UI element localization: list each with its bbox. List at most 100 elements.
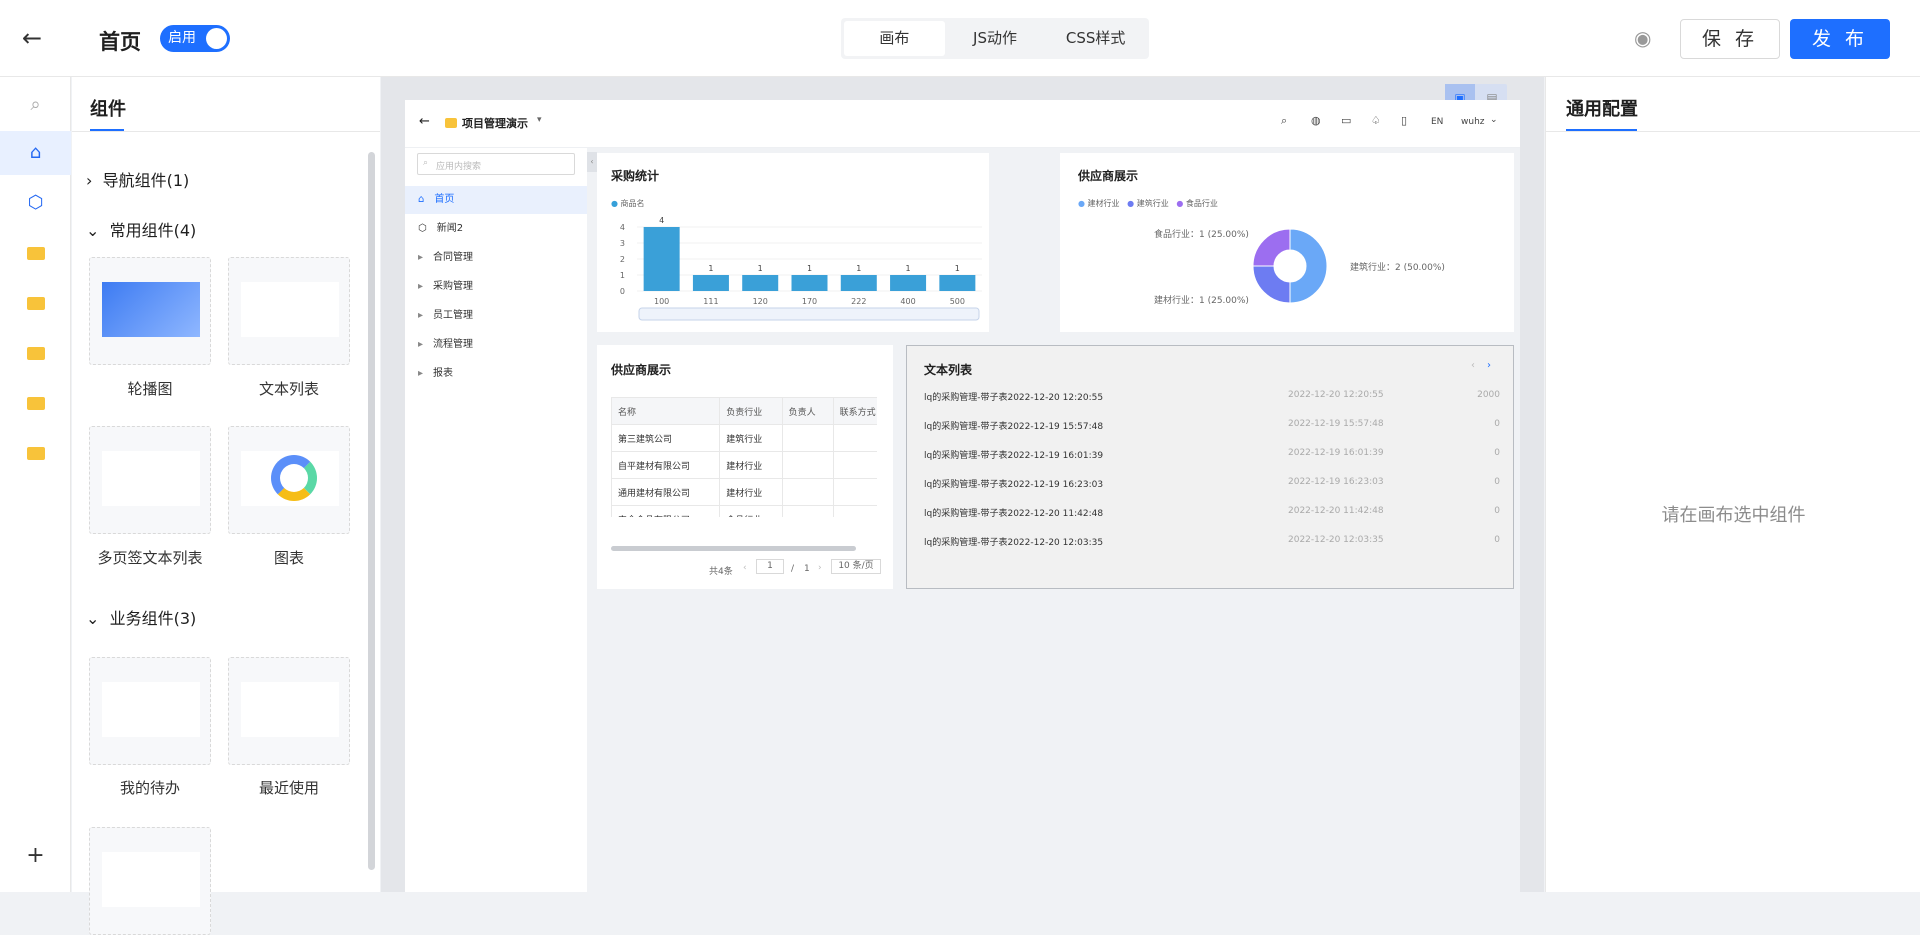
pie-slice[interactable] [1289,228,1328,304]
text-list-item[interactable]: lq的采购管理-带子表2022-12-19 15:57:48 2022-12-19… [924,419,1500,435]
bell-icon[interactable]: ♤ [1371,114,1381,127]
search-icon[interactable]: ⌕ [1281,114,1287,128]
bar[interactable] [742,275,779,291]
tab-css-style[interactable]: CSS样式 [1045,21,1146,56]
column-header: 名称 [611,397,721,425]
data-zoom-slider[interactable] [638,307,980,321]
nav-item-reports[interactable]: ▸ 报表 [405,360,587,388]
pie-label-construction: 建筑行业：2 (50.00%) [1350,263,1445,273]
app-search-input[interactable]: ⌕ 应用内搜索 [417,153,575,175]
toggle-label: 启用 [168,30,196,46]
text-list-item[interactable]: lq的采购管理-带子表2022-12-20 11:42:48 2022-12-20… [924,506,1500,522]
preview-eye-icon[interactable]: ◉ [1634,26,1651,50]
page-separator: / [791,564,795,574]
folder-icon[interactable] [0,231,71,275]
nav-item-home[interactable]: ⌂ 首页 [405,186,587,214]
table-scrollbar[interactable] [611,546,856,551]
pie-chart [1252,228,1328,304]
nav-item-news[interactable]: ⬡ 新闻2 [405,215,587,243]
add-icon[interactable]: + [0,834,71,878]
text-list-item[interactable]: lq的采购管理-带子表2022-12-20 12:03:35 2022-12-20… [924,535,1500,551]
save-button[interactable]: 保 存 [1680,19,1780,59]
nav-label: 报表 [433,368,454,379]
component-card-todo[interactable] [89,657,211,765]
text-list-item[interactable]: lq的采购管理-带子表2022-12-19 16:01:39 2022-12-19… [924,448,1500,464]
bar[interactable] [643,227,680,291]
component-card-tabbed-list[interactable] [89,426,211,534]
nav-item-workflow[interactable]: ▸ 流程管理 [405,331,587,359]
publish-button[interactable]: 发 布 [1790,19,1890,59]
chevron-right-icon[interactable]: › [1487,360,1491,371]
page-input[interactable]: 1 [756,559,784,574]
nav-item-contracts[interactable]: ▸ 合同管理 [405,244,587,272]
home-icon[interactable]: ⌂ [0,131,71,175]
back-arrow-icon[interactable]: ← [22,24,42,52]
folder-icon[interactable] [0,281,71,325]
bar-value-label: 1 [807,264,812,273]
monitor-icon[interactable]: ▭ [1341,114,1351,127]
tab-canvas[interactable]: 画布 [844,21,945,56]
folder-icon[interactable] [0,381,71,425]
bar[interactable] [791,275,828,291]
prev-page-icon[interactable]: ‹ [743,563,747,573]
app-header: ← 项目管理演示 ▾ ⌕ ◍ ▭ ♤ ▯ EN wuhz ⌄ [405,100,1520,148]
app-name[interactable]: 项目管理演示 [462,115,528,131]
x-tick-label: 400 [900,297,915,306]
folder-icon[interactable] [0,431,71,475]
next-page-icon[interactable]: › [818,563,822,573]
folder-icon[interactable] [0,331,71,375]
component-card-recent[interactable] [228,657,350,765]
pie-slice[interactable] [1252,265,1291,304]
table-row[interactable]: 自平建材有限公司 建材行业 [611,451,877,479]
chevron-down-icon[interactable]: ⌄ [1490,115,1498,125]
y-tick-label: 0 [620,287,625,296]
supplier-pie-panel[interactable]: 供应商展示 ● 建材行业 ● 建筑行业 ● 食品行业 食品行业：1 (25.00… [1060,153,1514,332]
card-label: 我的待办 [119,779,180,797]
chevron-left-icon[interactable]: ‹ [1471,360,1475,371]
search-icon[interactable]: ⌕ [0,83,71,127]
text-list-item[interactable]: lq的采购管理-带子表2022-12-20 12:20:55 2022-12-20… [924,390,1500,406]
nav-item-purchase[interactable]: ▸ 采购管理 [405,273,587,301]
group-nav[interactable]: › 导航组件(1) [86,167,189,191]
page-size-select[interactable]: 10 条/页 [831,559,881,574]
card-label: 多页签文本列表 [97,549,203,567]
component-card-chart[interactable] [228,426,350,534]
bar[interactable] [840,275,877,291]
item-time: 2022-12-20 12:03:35 [1288,535,1384,545]
book-icon[interactable]: ▯ [1401,114,1407,127]
text-list-item[interactable]: lq的采购管理-带子表2022-12-19 16:23:03 2022-12-19… [924,477,1500,493]
bar[interactable] [692,275,729,291]
user-menu[interactable]: wuhz [1461,117,1485,127]
item-time: 2022-12-20 11:42:48 [1288,506,1384,516]
app-sidebar: ⌕ 应用内搜索 ⌂ 首页 ⬡ 新闻2 ▸ 合同管理 ▸ 采购管理 ▸ 员工管理 ▸ 流程管理… [405,148,587,892]
search-icon: ⌕ [423,158,429,168]
pie-slice[interactable] [1252,228,1291,267]
group-common[interactable]: ⌄ 常用组件(4) [86,217,196,241]
item-time: 2022-12-19 16:01:39 [1288,448,1384,458]
supplier-table-panel[interactable]: 供应商展示 名称 负责行业 负责人 联系方式 第三建筑公司 建筑行业 自平建材有限… [597,345,893,589]
collapse-sidebar-icon[interactable]: ‹ [587,152,597,172]
table-row[interactable]: 安全食品有限公司食品行业 [611,505,877,517]
app-back-icon[interactable]: ← [419,114,430,129]
purchase-chart-panel[interactable]: 采购统计 ● 商品名 4 3 2 1 0 4 100 1 111 1 120 1 170 1 222 1 400… [597,153,989,332]
text-list-panel[interactable]: 文本列表 ‹ › lq的采购管理-带子表2022-12-20 12:20:55 2… [906,345,1514,589]
language-switch[interactable]: EN [1431,117,1443,127]
group-business[interactable]: ⌄ 业务组件(3) [86,605,196,629]
table-row[interactable]: 第三建筑公司 建筑行业 [611,424,877,452]
enable-toggle[interactable]: 启用 [160,25,230,52]
nav-item-staff[interactable]: ▸ 员工管理 [405,302,587,330]
component-card-text-list[interactable] [228,257,350,365]
cube-icon[interactable]: ⬡ [0,181,71,225]
tab-js-action[interactable]: JS动作 [945,21,1046,56]
component-card-shortcut[interactable] [89,827,211,935]
table-row[interactable]: 通用建材有限公司 建材行业 [611,478,877,506]
x-tick-label: 100 [654,297,669,306]
cell [832,478,877,506]
scrollbar[interactable] [368,152,375,870]
caret-down-icon[interactable]: ▾ [537,115,542,125]
bar[interactable] [890,275,927,291]
palette-icon[interactable]: ◍ [1311,114,1321,127]
component-card-carousel[interactable] [89,257,211,365]
page-title: 首页 [99,30,141,54]
bar[interactable] [939,275,976,291]
